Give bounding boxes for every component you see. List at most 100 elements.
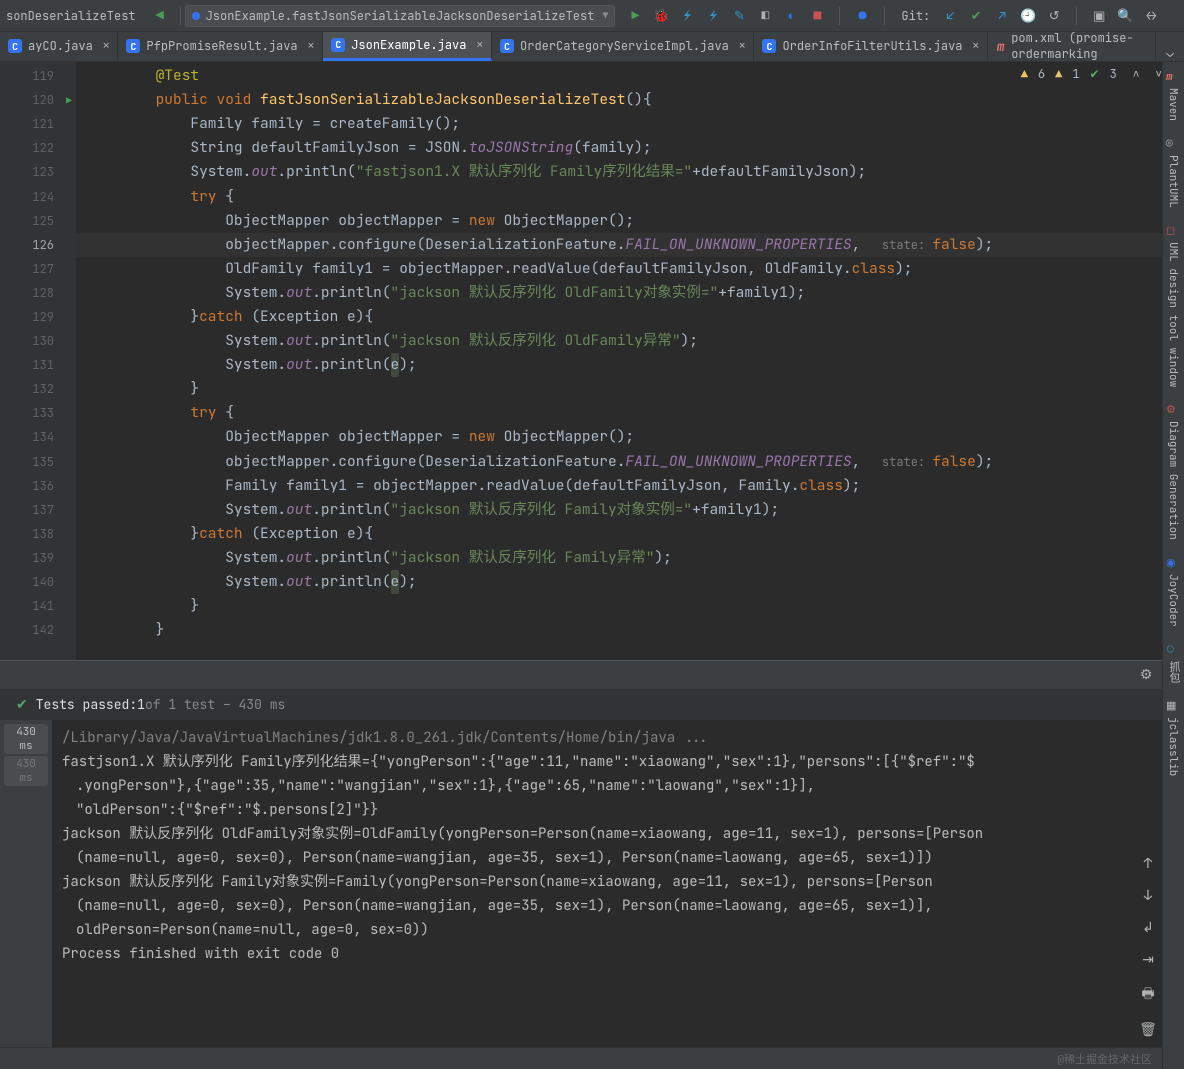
editor-tab[interactable]: CayCO.java✕ bbox=[0, 32, 118, 61]
code-line[interactable]: try { bbox=[76, 401, 1184, 425]
tab-overflow-chevron-icon[interactable]: ⌄ bbox=[1156, 44, 1184, 61]
console-output[interactable]: /Library/Java/JavaVirtualMachines/jdk1.8… bbox=[52, 720, 1184, 1047]
code-line[interactable]: Family family1 = objectMapper.readValue(… bbox=[76, 474, 1184, 498]
dock-capture[interactable]: ◯抓包 bbox=[1163, 635, 1184, 691]
test-tree[interactable]: 430 ms 430 ms bbox=[0, 720, 52, 1047]
editor-tab-active[interactable]: CJsonExample.java✕ bbox=[323, 32, 492, 61]
code-line[interactable]: ObjectMapper objectMapper = new ObjectMa… bbox=[76, 209, 1184, 233]
debug-icon[interactable]: 🐞 bbox=[653, 8, 669, 24]
code-line[interactable]: } bbox=[76, 377, 1184, 401]
scroll-to-end-icon[interactable]: ⇥ bbox=[1142, 951, 1154, 969]
editor-tab[interactable]: mpom.xml (promise-ordermarking bbox=[988, 32, 1156, 61]
next-highlight-icon[interactable]: ∨ bbox=[1155, 67, 1162, 81]
test-time-badge[interactable]: 430 ms bbox=[4, 724, 48, 754]
trash-icon[interactable]: 🗑 bbox=[1139, 1021, 1157, 1039]
close-icon[interactable]: ✕ bbox=[103, 39, 110, 53]
soft-wrap-icon[interactable]: ↲ bbox=[1142, 919, 1154, 937]
close-icon[interactable]: ✕ bbox=[739, 39, 746, 53]
gear-icon[interactable]: ⚙ bbox=[1140, 666, 1153, 684]
code-line[interactable]: } bbox=[76, 594, 1184, 618]
editor-tab[interactable]: COrderCategoryServiceImpl.java✕ bbox=[492, 32, 754, 61]
code-line[interactable]: Family family = createFamily(); bbox=[76, 112, 1184, 136]
dock-diagram[interactable]: ⚙Diagram Generation bbox=[1163, 395, 1183, 548]
plantuml-icon: ◎ bbox=[1166, 137, 1180, 151]
attach-icon[interactable]: ✎ bbox=[731, 8, 747, 24]
dock-uml[interactable]: ◻UML design tool window bbox=[1163, 216, 1183, 395]
git-commit-icon[interactable]: ✔ bbox=[968, 8, 984, 24]
code-line[interactable]: }catch (Exception e){ bbox=[76, 522, 1184, 546]
console-line: Process finished with exit code 0 bbox=[62, 942, 1174, 966]
code-line[interactable]: System.out.println("jackson 默认反序列化 OldFa… bbox=[76, 329, 1184, 353]
git-pull-icon[interactable]: ↙ bbox=[942, 8, 958, 24]
print-icon[interactable]: 🖶 bbox=[1141, 983, 1154, 1007]
search-icon[interactable]: 🔍 bbox=[1117, 8, 1133, 24]
warning-icon: ▲ bbox=[1021, 66, 1028, 82]
git-push-icon[interactable]: ↗ bbox=[994, 8, 1010, 24]
java-class-icon: C bbox=[762, 39, 776, 53]
run-coverage-icon[interactable]: ⚡ bbox=[679, 8, 695, 24]
code-line[interactable]: System.out.println("fastjson1.X 默认序列化 Fa… bbox=[76, 160, 1184, 184]
dock-plantuml[interactable]: ◎PlantUML bbox=[1163, 129, 1183, 216]
layout-icon[interactable]: ▣ bbox=[1091, 8, 1107, 24]
git-history-icon[interactable]: 🕘 bbox=[1020, 8, 1036, 24]
run-test-icon[interactable]: ▶ bbox=[66, 94, 72, 107]
code-line[interactable]: System.out.println("jackson 默认反序列化 Famil… bbox=[76, 498, 1184, 522]
code-area[interactable]: ▲6 ▲1 ✔3 ∧ ∨ @Test public void fastJsonS… bbox=[76, 62, 1184, 660]
gutter[interactable]: 119120▶121122123124125126127128129130131… bbox=[0, 62, 76, 660]
jclasslib-icon: ▦ bbox=[1166, 699, 1180, 713]
code-line[interactable]: } bbox=[76, 618, 1184, 642]
test-time-badge[interactable]: 430 ms bbox=[4, 756, 48, 786]
console-line: "oldPerson":{"$ref":"$.persons[2]"}} bbox=[62, 798, 1174, 822]
dock-joycoder[interactable]: ◉JoyCoder bbox=[1163, 548, 1183, 635]
browser-icon[interactable]: ◐ bbox=[783, 8, 799, 24]
java-class-icon: C bbox=[500, 39, 514, 53]
code-line[interactable]: System.out.println(e); bbox=[76, 353, 1184, 377]
git-rollback-icon[interactable]: ↺ bbox=[1046, 8, 1062, 24]
typo-icon: ✔ bbox=[1090, 66, 1100, 82]
web-icon[interactable]: ● bbox=[854, 8, 870, 24]
breadcrumb[interactable]: sonDeserializeTest bbox=[6, 8, 136, 24]
code-line[interactable]: }catch (Exception e){ bbox=[76, 305, 1184, 329]
close-icon[interactable]: ✕ bbox=[308, 39, 315, 53]
code-line[interactable]: OldFamily family1 = objectMapper.readVal… bbox=[76, 257, 1184, 281]
inspection-summary[interactable]: ▲6 ▲1 ✔3 ∧ ∨ bbox=[1021, 66, 1162, 82]
settings-icon[interactable]: ↔ bbox=[1143, 8, 1159, 24]
code-editor[interactable]: 119120▶121122123124125126127128129130131… bbox=[0, 62, 1184, 660]
scroll-up-icon[interactable]: ↑ bbox=[1144, 855, 1152, 873]
stop-icon[interactable]: ■ bbox=[809, 8, 825, 24]
editor-tabs: CayCO.java✕ CPfpPromiseResult.java✕ CJso… bbox=[0, 32, 1184, 62]
code-line[interactable]: System.out.println("jackson 默认反序列化 OldFa… bbox=[76, 281, 1184, 305]
console-line: (name=null, age=0, sex=0), Person(name=w… bbox=[62, 846, 1174, 870]
close-icon[interactable]: ✕ bbox=[972, 39, 979, 53]
capture-icon: ◯ bbox=[1167, 643, 1181, 657]
code-line[interactable]: System.out.println(e); bbox=[76, 570, 1184, 594]
console-line: .yongPerson"},{"age":35,"name":"wangjian… bbox=[62, 774, 1174, 798]
right-dock-stripe: mMaven ◎PlantUML ◻UML design tool window… bbox=[1162, 62, 1184, 1069]
run-anything-icon[interactable]: ◧ bbox=[757, 8, 773, 24]
run-icon[interactable]: ▶ bbox=[627, 8, 643, 24]
chevron-down-icon: ▼ bbox=[602, 9, 608, 22]
prev-highlight-icon[interactable]: ∧ bbox=[1133, 67, 1140, 81]
code-line[interactable]: try { bbox=[76, 184, 1184, 208]
back-arrow-icon[interactable]: ◀ bbox=[152, 8, 168, 24]
tests-passed-label: Tests passed: bbox=[36, 696, 137, 713]
code-line[interactable]: String defaultFamilyJson = JSON.toJSONSt… bbox=[76, 136, 1184, 160]
code-line[interactable]: ObjectMapper objectMapper = new ObjectMa… bbox=[76, 425, 1184, 449]
java-class-icon: C bbox=[126, 39, 140, 53]
console-line: jackson 默认反序列化 Family对象实例=Family(yongPer… bbox=[62, 870, 1174, 894]
console-line: /Library/Java/JavaVirtualMachines/jdk1.8… bbox=[62, 726, 1174, 750]
dock-maven[interactable]: mMaven bbox=[1163, 62, 1183, 129]
code-line[interactable]: public void fastJsonSerializableJacksonD… bbox=[76, 88, 1184, 112]
run-config-dropdown[interactable]: JsonExample.fastJsonSerializableJacksonD… bbox=[185, 5, 616, 27]
code-line[interactable]: System.out.println("jackson 默认反序列化 Famil… bbox=[76, 546, 1184, 570]
editor-tab[interactable]: COrderInfoFilterUtils.java✕ bbox=[754, 32, 988, 61]
code-line[interactable]: @Test bbox=[76, 64, 1184, 88]
editor-tab[interactable]: CPfpPromiseResult.java✕ bbox=[118, 32, 323, 61]
close-icon[interactable]: ✕ bbox=[476, 38, 483, 52]
code-line[interactable]: objectMapper.configure(DeserializationFe… bbox=[76, 233, 1184, 257]
code-line[interactable]: objectMapper.configure(DeserializationFe… bbox=[76, 450, 1184, 474]
profile-icon[interactable]: ⚡ bbox=[705, 8, 721, 24]
tool-window-header: ⚙ — bbox=[0, 660, 1184, 690]
dock-jclasslib[interactable]: ▦jclasslib bbox=[1163, 691, 1183, 784]
scroll-down-icon[interactable]: ↓ bbox=[1144, 887, 1152, 905]
